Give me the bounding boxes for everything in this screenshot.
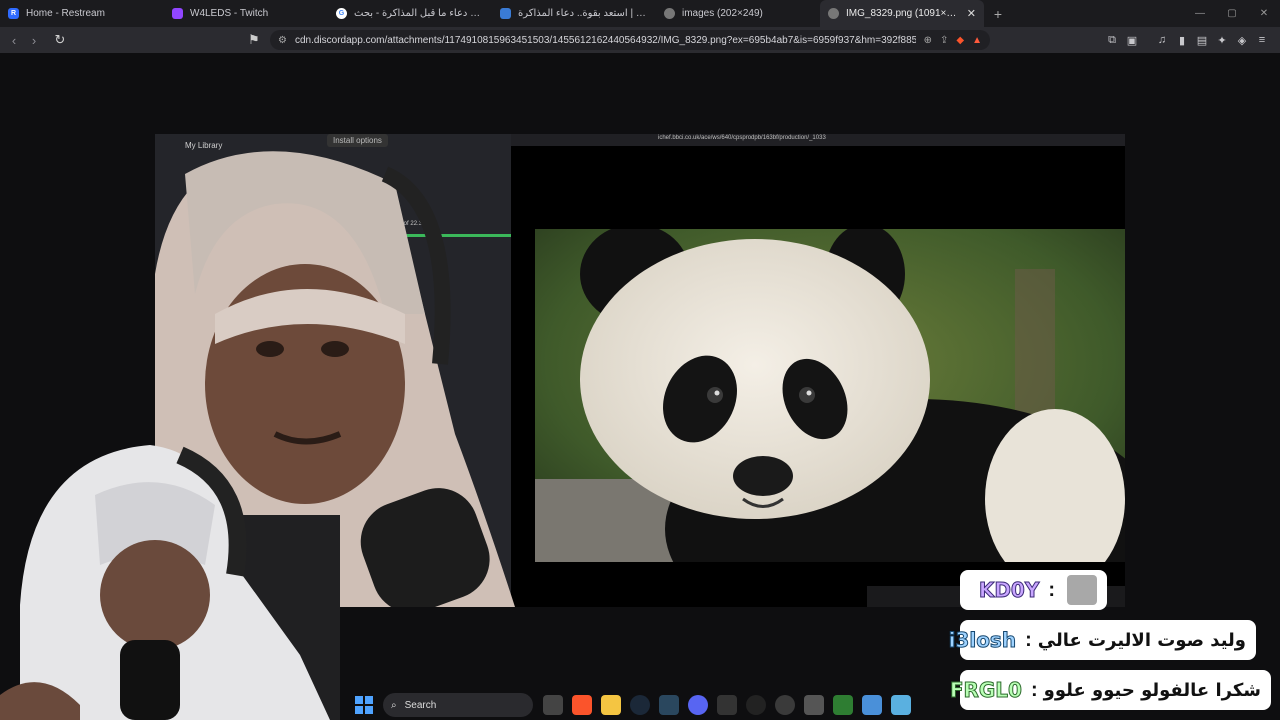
- screenshot-icon[interactable]: ▣: [1122, 34, 1142, 47]
- brave-shields-icon[interactable]: ◆: [956, 35, 964, 46]
- chat-separator: :: [1030, 678, 1038, 701]
- globe-icon: [828, 8, 839, 19]
- tab-label: القاهرة 24 | استعد بقوة.. دعاء المذاكرة: [518, 8, 648, 19]
- minimize-icon[interactable]: —: [1184, 0, 1216, 27]
- tab-label: images (202×249): [682, 8, 763, 19]
- steam-icon[interactable]: [630, 695, 650, 715]
- close-window-icon[interactable]: ✕: [1248, 0, 1280, 27]
- file-explorer-icon[interactable]: [601, 695, 621, 715]
- twitch-icon: [172, 8, 183, 19]
- tab-img-8329[interactable]: IMG_8329.png (1091×532) ✕: [820, 0, 984, 27]
- window-controls: — ▢ ✕: [1184, 0, 1280, 27]
- streamer-small-illustration: [0, 445, 340, 720]
- streamer-webcam-small: [0, 425, 340, 720]
- chat-message: : KD0Y: [960, 570, 1107, 610]
- obs-icon[interactable]: [746, 695, 766, 715]
- tab-google-search[interactable]: G دعاء ما قبل المذاكرة - بحث Google: [328, 0, 492, 27]
- google-icon: G: [336, 8, 347, 19]
- url-text: cdn.discordapp.com/attachments/117491081…: [294, 34, 916, 46]
- new-tab-button[interactable]: +: [984, 0, 1012, 27]
- chat-text: وليد صوت الاليرت عالي: [1037, 629, 1246, 651]
- restream-icon: R: [8, 8, 19, 19]
- panda-photo: [535, 229, 1125, 562]
- close-tab-icon[interactable]: ✕: [967, 7, 976, 20]
- brave-rewards-icon[interactable]: ▲: [972, 35, 982, 46]
- news-icon: [500, 8, 511, 19]
- tab-twitch[interactable]: W4LEDS - Twitch: [164, 0, 328, 27]
- back-icon[interactable]: ‹: [4, 33, 24, 48]
- inner-address-bar: ichef.bbci.co.uk/ace/ws/640/cpsprodpb/16…: [511, 134, 1125, 146]
- address-bar[interactable]: ⚙ cdn.discordapp.com/attachments/1174910…: [270, 30, 990, 50]
- discord-icon[interactable]: [688, 695, 708, 715]
- task-view-icon[interactable]: [543, 695, 563, 715]
- toolbar-right: ⧉ ▣ ♫ ▮ ▤ ✦ ◈ ≡: [1102, 27, 1272, 53]
- tab-label: دعاء ما قبل المذاكرة - بحث Google: [354, 8, 484, 19]
- tab-news[interactable]: القاهرة 24 | استعد بقوة.. دعاء المذاكرة: [492, 0, 656, 27]
- leo-icon[interactable]: ✦: [1212, 34, 1232, 47]
- sidebar-icon[interactable]: ▮: [1172, 34, 1192, 47]
- recording-icon[interactable]: [775, 695, 795, 715]
- chat-username: FRGL0: [949, 678, 1022, 703]
- settings-icon[interactable]: [804, 695, 824, 715]
- app-icon[interactable]: [891, 695, 911, 715]
- chat-username: i3losh: [948, 628, 1017, 653]
- chat-message: شكرا عالفولو حيوو علوو : FRGL0: [949, 670, 1271, 710]
- tab-strip: R Home - Restream W4LEDS - Twitch G دعاء…: [0, 0, 1280, 27]
- globe-icon: [664, 8, 675, 19]
- taskbar-search[interactable]: ⌕ Search: [383, 693, 533, 717]
- chat-text: شكرا عالفولو حيوو علوو: [1043, 679, 1261, 701]
- tab-label: Home - Restream: [26, 8, 105, 19]
- tab-images[interactable]: images (202×249): [656, 0, 820, 27]
- tab-restream[interactable]: R Home - Restream: [0, 0, 164, 27]
- chat-separator: :: [1048, 578, 1055, 601]
- maximize-icon[interactable]: ▢: [1216, 0, 1248, 27]
- chat-separator: :: [1025, 628, 1032, 651]
- reload-icon[interactable]: ↻: [50, 32, 70, 48]
- search-label: Search: [404, 699, 437, 711]
- inner-browser: ichef.bbci.co.uk/ace/ws/640/cpsprodpb/16…: [511, 134, 1125, 607]
- zoom-icon[interactable]: ⊕: [924, 35, 932, 46]
- bookmark-icon[interactable]: ⚑: [244, 32, 264, 48]
- wallet-icon[interactable]: ▤: [1192, 34, 1212, 47]
- windows-start-icon[interactable]: [355, 696, 373, 714]
- panda-illustration: [535, 229, 1125, 562]
- forward-icon[interactable]: ›: [24, 33, 44, 48]
- vpn-icon[interactable]: ◈: [1232, 34, 1252, 47]
- media-icon[interactable]: ♫: [1152, 34, 1172, 46]
- screen: R Home - Restream W4LEDS - Twitch G دعاء…: [0, 0, 1280, 720]
- chat-message: وليد صوت الاليرت عالي : i3losh: [948, 620, 1256, 660]
- share-icon[interactable]: ⇪: [940, 35, 948, 46]
- site-info-icon[interactable]: ⚙: [278, 35, 287, 46]
- xbox-icon[interactable]: [833, 695, 853, 715]
- tab-label: W4LEDS - Twitch: [190, 8, 269, 19]
- user-avatar: [1067, 575, 1097, 605]
- inner-url-text: ichef.bbci.co.uk/ace/ws/640/cpsprodpb/16…: [658, 135, 826, 141]
- search-icon: ⌕: [391, 699, 397, 711]
- extensions-icon[interactable]: ⧉: [1102, 34, 1122, 47]
- tab-label: IMG_8329.png (1091×532): [846, 8, 961, 19]
- browser-toolbar: ‹ › ↻ ⚑ ⚙ cdn.discordapp.com/attachments…: [0, 27, 1280, 53]
- chat-username: KD0Y: [978, 578, 1040, 603]
- windows-taskbar: ⌕ Search: [355, 690, 955, 720]
- steam-app-icon[interactable]: [659, 695, 679, 715]
- menu-icon[interactable]: ≡: [1252, 34, 1272, 46]
- app-icon[interactable]: [862, 695, 882, 715]
- epic-games-icon[interactable]: [717, 695, 737, 715]
- brave-icon[interactable]: [572, 695, 592, 715]
